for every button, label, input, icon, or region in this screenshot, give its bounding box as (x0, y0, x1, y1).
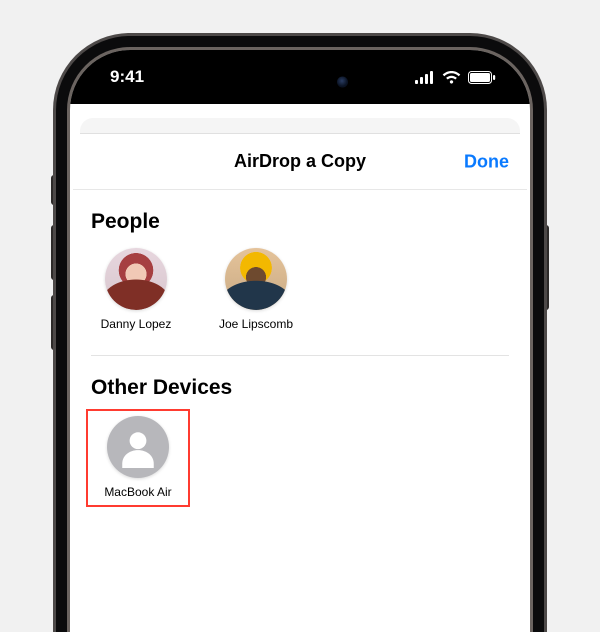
volume-switch (51, 175, 57, 205)
front-camera-icon (337, 77, 348, 88)
generic-avatar-icon (107, 416, 169, 478)
done-button[interactable]: Done (464, 151, 509, 172)
volume-up-button (51, 225, 57, 280)
volume-down-button (51, 295, 57, 350)
power-button (543, 225, 549, 310)
airdrop-device-macbook[interactable]: MacBook Air (93, 416, 183, 499)
iphone-frame: 9:41 AirDrop a Copy Done People (70, 50, 530, 632)
people-heading: People (91, 210, 509, 234)
cellular-icon (415, 71, 435, 84)
status-time: 9:41 (110, 67, 144, 87)
avatar (225, 248, 287, 310)
sheet-title: AirDrop a Copy (234, 151, 366, 172)
airdrop-person-danny[interactable]: Danny Lopez (91, 248, 181, 331)
devices-section: Other Devices MacBook Air (73, 356, 527, 507)
person-label: Joe Lipscomb (219, 317, 293, 331)
device-label: MacBook Air (104, 485, 171, 499)
battery-icon (468, 71, 496, 84)
status-bar: 9:41 (70, 50, 530, 104)
background-sheet (80, 118, 520, 134)
people-section: People Danny Lopez Joe Lipscomb (73, 190, 527, 337)
avatar (105, 248, 167, 310)
dynamic-island (235, 64, 365, 100)
person-label: Danny Lopez (101, 317, 172, 331)
wifi-icon (442, 71, 461, 84)
airdrop-person-joe[interactable]: Joe Lipscomb (211, 248, 301, 331)
airdrop-sheet: AirDrop a Copy Done People Danny Lopez J… (73, 134, 527, 632)
devices-heading: Other Devices (91, 376, 509, 400)
highlight-box: MacBook Air (86, 409, 190, 506)
sheet-header: AirDrop a Copy Done (73, 134, 527, 190)
